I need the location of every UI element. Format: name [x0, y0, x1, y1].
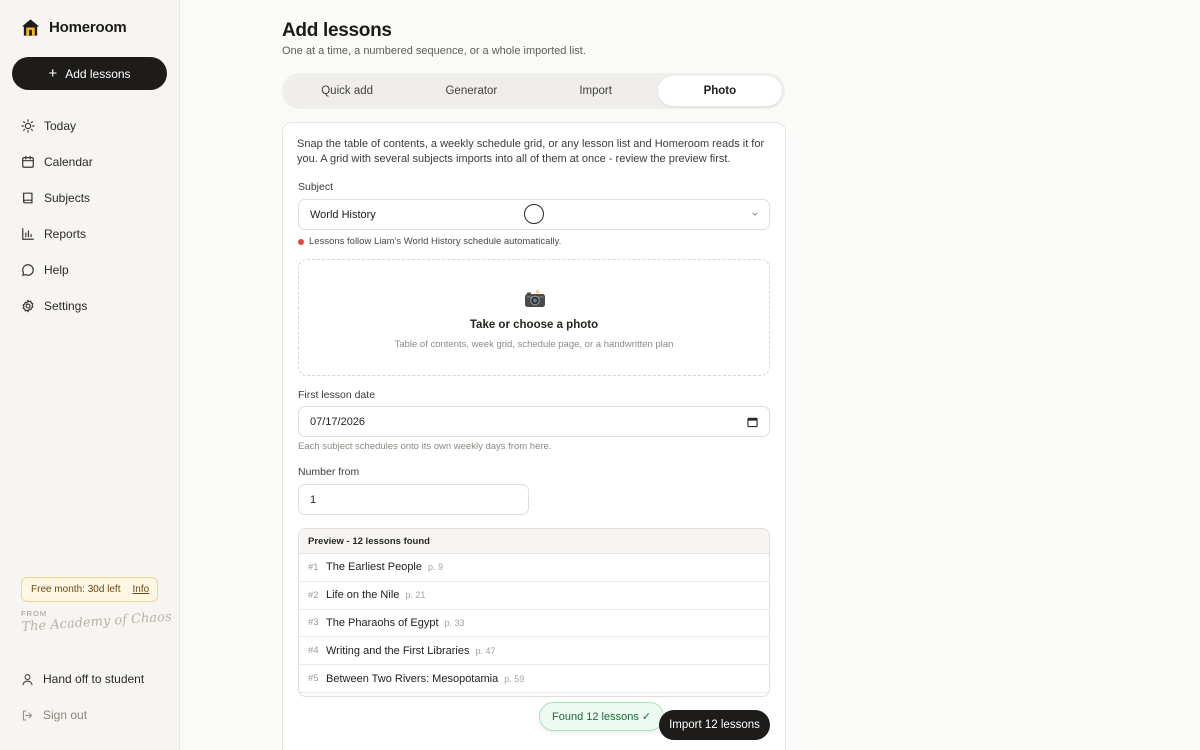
subject-hint: Lessons follow Liam's World History sche…: [298, 236, 561, 247]
hand-off-label: Hand off to student: [43, 672, 145, 686]
sidebar-nav: Today Calendar Subjects Reports Help Set…: [0, 108, 180, 324]
sidebar-item-today[interactable]: Today: [0, 108, 180, 144]
lesson-page: p. 33: [444, 617, 465, 628]
sidebar-item-label: Today: [44, 119, 77, 133]
list-item: #5 Between Two Rivers: Mesopotamia p. 59: [299, 665, 769, 693]
lesson-name: Writing and the First Libraries: [326, 644, 470, 657]
sign-out-label: Sign out: [43, 708, 88, 722]
sidebar-item-label: Reports: [44, 227, 87, 241]
lesson-name: The Pharaohs of Egypt: [326, 616, 439, 629]
status-dot: [298, 238, 304, 245]
mode-tabs: Quick add Generator Import Photo: [282, 73, 785, 109]
first-date-input[interactable]: 07/17/2026: [298, 406, 770, 437]
page-subtitle: One at a time, a numbered sequence, or a…: [282, 45, 586, 57]
subject-label: Subject: [298, 181, 334, 193]
trial-badge: Free month: 30d left Info: [21, 577, 158, 602]
lesson-number: #5: [308, 673, 319, 685]
trial-info-link[interactable]: Info: [133, 584, 150, 595]
add-lessons-button[interactable]: + Add lessons: [12, 57, 167, 90]
sidebar-item-calendar[interactable]: Calendar: [0, 144, 180, 180]
list-item: #4 Writing and the First Libraries p. 47: [299, 637, 769, 666]
lesson-page: p. 59: [504, 673, 525, 684]
dropzone-subtitle: Table of contents, week grid, schedule p…: [394, 339, 674, 350]
add-lessons-label: Add lessons: [65, 66, 131, 81]
dropzone-title: Take or choose a photo: [469, 319, 599, 331]
user-icon: [22, 673, 33, 685]
list-item: #2 Life on the Nile p. 21: [299, 582, 769, 610]
found-lessons-toast: Found 12 lessons ✓: [539, 702, 665, 731]
chat-bubble-icon: [22, 264, 34, 276]
lesson-number: #2: [308, 589, 319, 601]
sign-out-icon: [22, 709, 33, 721]
gear-icon: [22, 299, 34, 313]
photo-dropzone[interactable]: Take or choose a photo Table of contents…: [298, 259, 770, 376]
page-title: Add lessons: [282, 20, 392, 41]
bar-chart-icon: [22, 228, 34, 240]
camera-flash-icon: [525, 288, 545, 307]
lesson-page: p. 47: [475, 645, 496, 656]
lesson-number: #3: [308, 617, 319, 629]
lesson-name: Life on the Nile: [326, 589, 400, 602]
import-lessons-button[interactable]: Import 12 lessons: [659, 710, 770, 740]
brand[interactable]: Homeroom: [21, 18, 127, 37]
list-item: #1 The Earliest People p. 9: [299, 554, 769, 582]
lesson-number: #1: [308, 561, 319, 573]
date-note: Each subject schedules onto its own week…: [298, 441, 552, 452]
number-from-value: 1: [310, 493, 317, 506]
tab-import[interactable]: Import: [534, 76, 658, 106]
preview-list[interactable]: Preview - 12 lessons found #1 The Earlie…: [298, 528, 770, 697]
first-date-value: 07/17/2026: [310, 415, 366, 428]
lesson-name: The Earliest People: [326, 561, 422, 574]
plus-icon: +: [48, 64, 58, 82]
sidebar-item-label: Calendar: [44, 155, 93, 169]
list-item: #3 The Pharaohs of Egypt p. 33: [299, 610, 769, 638]
sign-out-button[interactable]: Sign out: [21, 708, 87, 722]
trial-text: Free month: 30d left: [31, 584, 121, 595]
tab-photo[interactable]: Photo: [657, 76, 782, 106]
sidebar-item-label: Help: [44, 263, 69, 277]
photo-intro-text: Snap the table of contents, a weekly sch…: [297, 138, 765, 165]
tab-quick-add[interactable]: Quick add: [285, 76, 409, 106]
first-date-label: First lesson date: [298, 389, 376, 401]
book-icon: [23, 192, 33, 204]
chevron-down-icon: [752, 212, 758, 216]
number-from-input[interactable]: 1: [298, 484, 529, 515]
house-logo-icon: [21, 19, 40, 36]
sidebar-item-label: Settings: [44, 299, 88, 313]
lesson-number: #4: [308, 645, 319, 657]
calendar-picker-icon[interactable]: [747, 416, 758, 428]
lesson-page: p. 21: [405, 590, 426, 601]
calendar-icon: [22, 155, 34, 168]
sidebar-item-help[interactable]: Help: [0, 252, 180, 288]
subject-hint-text: Lessons follow Liam's World History sche…: [309, 236, 562, 247]
subject-select-value: World History: [310, 208, 376, 221]
sun-icon: [21, 119, 35, 133]
pointer-cursor: [524, 204, 544, 224]
lesson-name: Between Two Rivers: Mesopotamia: [326, 672, 499, 685]
sidebar-item-label: Subjects: [44, 191, 91, 205]
lesson-page: p. 9: [428, 562, 444, 573]
tab-generator[interactable]: Generator: [409, 76, 533, 106]
app-name: Homeroom: [49, 19, 127, 36]
sidebar-item-reports[interactable]: Reports: [0, 216, 180, 252]
number-from-label: Number from: [298, 466, 360, 478]
sidebar-item-subjects[interactable]: Subjects: [0, 180, 180, 216]
sidebar-item-settings[interactable]: Settings: [0, 288, 180, 324]
preview-header: Preview - 12 lessons found: [299, 529, 769, 554]
from-label: FROM: [21, 609, 48, 618]
hand-off-button[interactable]: Hand off to student: [21, 672, 144, 686]
sidebar: Homeroom + Add lessons Today Calendar Su…: [0, 0, 180, 750]
